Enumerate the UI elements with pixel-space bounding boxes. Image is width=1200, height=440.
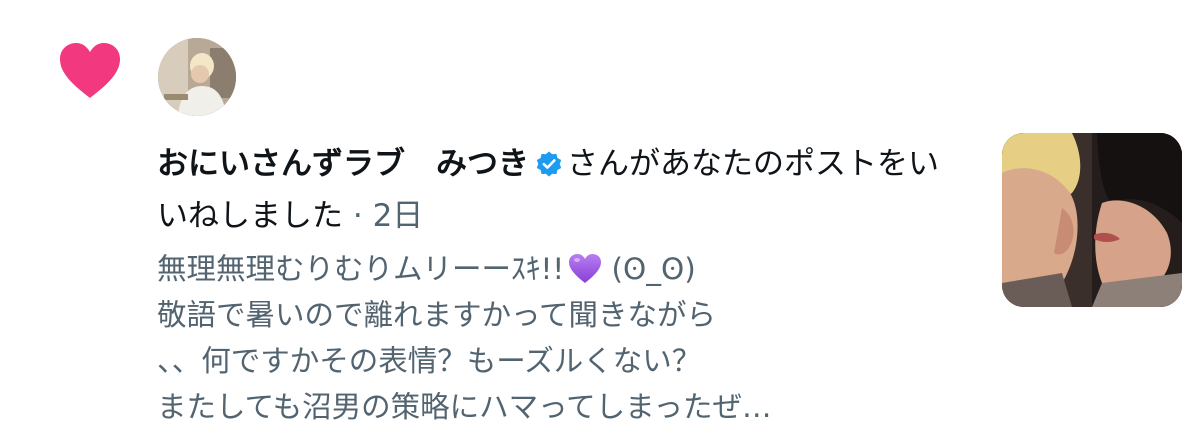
heart-icon xyxy=(58,42,122,100)
separator: · xyxy=(343,198,373,234)
post-line-1: 無理無理むりむりムリーーｽｷ!! (ʘ_ʘ) xyxy=(157,246,977,292)
time-ago[interactable]: 2日 xyxy=(373,198,424,234)
display-name[interactable]: おにいさんずラブ みつき xyxy=(157,146,529,182)
post-media-thumbnail[interactable] xyxy=(1002,133,1182,307)
post-line-1-tail: (ʘ_ʘ) xyxy=(602,252,696,286)
post-line-3: 、、何ですかその表情？もーズルくない？ xyxy=(157,344,702,378)
notification-headline: おにいさんずラブ みつき さんがあなたのポストをいいねしました · 2日 xyxy=(157,138,967,242)
purple-heart-icon xyxy=(568,252,602,284)
verified-badge-icon xyxy=(535,142,563,177)
post-line-1-text: 無理無理むりむりムリーーｽｷ!! xyxy=(157,252,565,286)
user-avatar[interactable] xyxy=(158,38,236,116)
post-line-4: またしても沼男の策略にハマってしまったぜ… xyxy=(157,390,772,424)
like-notification[interactable]: おにいさんずラブ みつき さんがあなたのポストをいいねしました · 2日 無理無… xyxy=(0,0,1200,440)
post-line-2: 敬語で暑いので離れますかって聞きながら xyxy=(157,298,717,332)
post-excerpt[interactable]: 無理無理むりむりムリーーｽｷ!! (ʘ_ʘ) 敬語で暑いので離れますかって聞きな… xyxy=(157,246,977,430)
